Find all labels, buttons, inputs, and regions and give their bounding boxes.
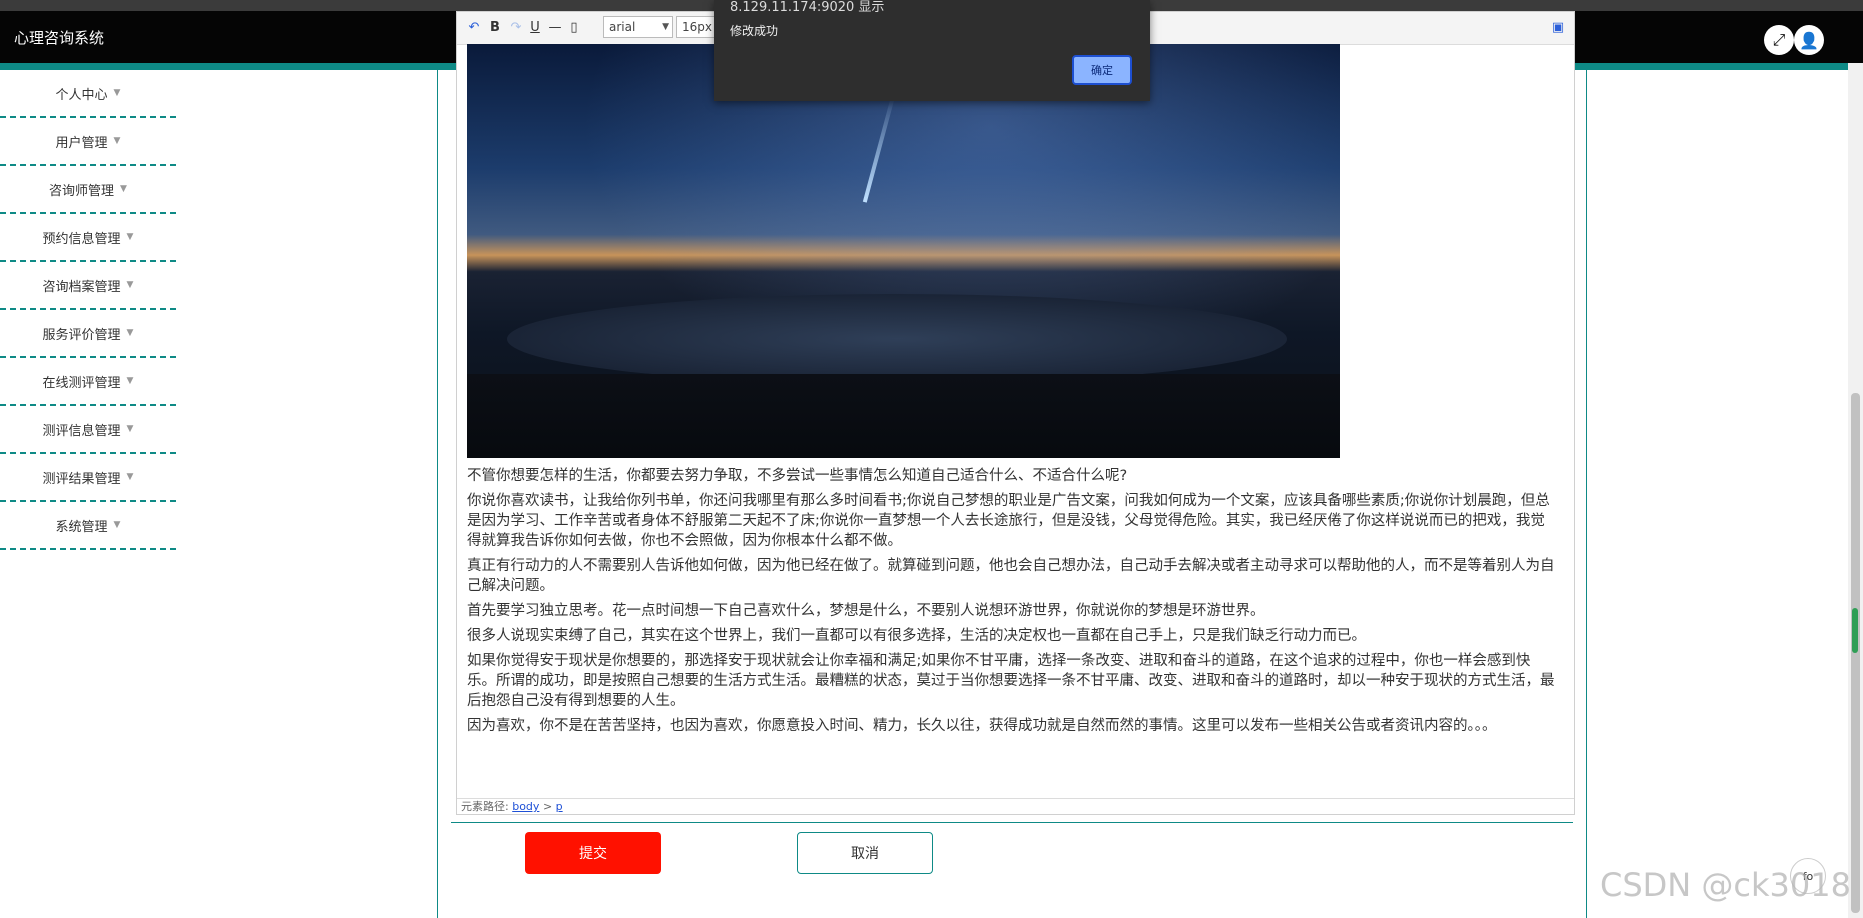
sidebar-item-label: 服务评价管理 [42,327,121,343]
scrollbar-marker [1852,608,1858,653]
sidebar-item-service-reviews[interactable]: 服务评价管理 ▼ [0,310,176,358]
caret-down-icon: ▼ [126,232,134,242]
dialog-ok-button[interactable]: 确定 [1072,55,1132,85]
article-paragraph: 真正有行动力的人不需要别人告诉他如何做，因为他已经在做了。就算碰到问题，他也会自… [467,558,1555,594]
font-size-value: 16px [682,20,712,34]
caret-down-icon: ▼ [113,88,121,98]
page-scrollbar[interactable] [1848,63,1863,918]
preview-icon[interactable]: ▣ [1550,17,1566,37]
sidebar-item-personal-center[interactable]: 个人中心 ▼ [0,70,176,118]
alert-dialog: 8.129.11.174:9020 显示 修改成功 确定 [714,0,1150,101]
font-family-select[interactable]: arial ▼ [603,16,673,38]
horizontal-rule-button[interactable]: — [547,17,563,37]
bold-button[interactable]: B [487,17,503,37]
font-size-select[interactable]: 16px [676,16,716,38]
element-path-label: 元素路径: [461,800,509,813]
image-comet [862,95,896,203]
caret-down-icon: ▼ [126,472,134,482]
csdn-watermark: CSDN @ck3018 [1600,866,1851,904]
element-path-p-link[interactable]: p [556,800,563,813]
sidebar-item-label: 系统管理 [55,519,108,535]
user-icon: 👤 [1799,30,1819,50]
font-family-value: arial [609,20,636,34]
user-button[interactable]: 👤 [1794,25,1824,55]
sidebar-item-label: 预约信息管理 [42,231,121,247]
element-path-body-link[interactable]: body [512,800,539,813]
sidebar-item-label: 测评结果管理 [42,471,121,487]
caret-down-icon: ▼ [126,280,134,290]
sidebar: 个人中心 ▼ 用户管理 ▼ 咨询师管理 ▼ 预约信息管理 ▼ 咨询档案管理 ▼ 服务评价管… [0,70,176,550]
element-path-bar: 元素路径: body > p [457,798,1574,814]
expand-icon: ⤢ [1772,30,1786,49]
dialog-message: 修改成功 [730,24,779,38]
content-border-right [1586,70,1587,918]
caret-down-icon: ▼ [120,184,127,194]
dialog-title: 8.129.11.174:9020 显示 [730,0,885,15]
cancel-button[interactable]: 取消 [797,832,933,874]
sidebar-item-label: 咨询师管理 [49,183,115,199]
image-town [467,374,1340,458]
page-icon[interactable]: ▯ [567,17,581,37]
article-paragraph: 不管你想要怎样的生活，你都要去努力争取，不多尝试一些事情怎么知道自己适合什么、不… [467,468,1128,484]
redo-icon[interactable]: ↷ [507,17,525,37]
app-title: 心理咨询系统 [14,29,105,47]
editor-content[interactable]: 不管你想要怎样的生活，你都要去努力争取，不多尝试一些事情怎么知道自己适合什么、不… [457,44,1574,796]
article-paragraph: 你说你喜欢读书，让我给你列书单，你还问我哪里有那么多时间看书;你说自己梦想的职业… [467,493,1550,549]
article-paragraph: 如果你觉得安于现状是你想要的，那选择安于现状就会让你幸福和满足;如果你不甘平庸，… [467,653,1555,709]
element-path-separator: > [542,800,553,813]
sidebar-item-consult-records[interactable]: 咨询档案管理 ▼ [0,262,176,310]
night-lake-image[interactable] [467,44,1340,458]
article-paragraph: 很多人说现实束缚了自己，其实在这个世界上，我们一直都可以有很多选择，生活的决定权… [467,628,1366,644]
image-lake [507,294,1287,384]
article-paragraph: 首先要学习独立思考。花一点时间想一下自己喜欢什么，梦想是什么，不要别人说想环游世… [467,603,1265,619]
sidebar-item-label: 用户管理 [55,135,108,151]
sidebar-item-system[interactable]: 系统管理 ▼ [0,502,176,550]
form-divider [451,822,1573,823]
sidebar-item-assessment-info[interactable]: 测评信息管理 ▼ [0,406,176,454]
fullscreen-button[interactable]: ⤢ [1764,25,1794,55]
sidebar-item-label: 个人中心 [55,87,108,103]
content-border-left [437,70,438,918]
sidebar-item-appointments[interactable]: 预约信息管理 ▼ [0,214,176,262]
undo-icon[interactable]: ↶ [465,17,483,37]
sidebar-item-assessment-results[interactable]: 测评结果管理 ▼ [0,454,176,502]
sidebar-item-online-assessment[interactable]: 在线测评管理 ▼ [0,358,176,406]
caret-down-icon: ▼ [126,376,134,386]
sidebar-item-label: 测评信息管理 [42,423,121,439]
underline-button[interactable]: U [527,17,543,37]
caret-down-icon: ▼ [126,424,134,434]
submit-button[interactable]: 提交 [525,832,661,874]
chevron-down-icon: ▼ [662,22,669,32]
article-text: 不管你想要怎样的生活，你都要去努力争取，不多尝试一些事情怎么知道自己适合什么、不… [467,466,1557,741]
sidebar-item-counselors[interactable]: 咨询师管理 ▼ [0,166,176,214]
article-paragraph: 因为喜欢，你不是在苦苦坚持，也因为喜欢，你愿意投入时间、精力，长久以往，获得成功… [467,718,1497,734]
sidebar-item-label: 咨询档案管理 [42,279,121,295]
sidebar-item-label: 在线测评管理 [42,375,121,391]
scrollbar-thumb[interactable] [1851,393,1860,913]
rich-text-editor[interactable]: ↶ B ↷ U — ▯ arial ▼ 16px ▣ 不管你想要怎样的生活，你都… [456,11,1575,815]
caret-down-icon: ▼ [113,136,121,146]
caret-down-icon: ▼ [126,328,134,338]
caret-down-icon: ▼ [113,520,121,530]
sidebar-item-users[interactable]: 用户管理 ▼ [0,118,176,166]
